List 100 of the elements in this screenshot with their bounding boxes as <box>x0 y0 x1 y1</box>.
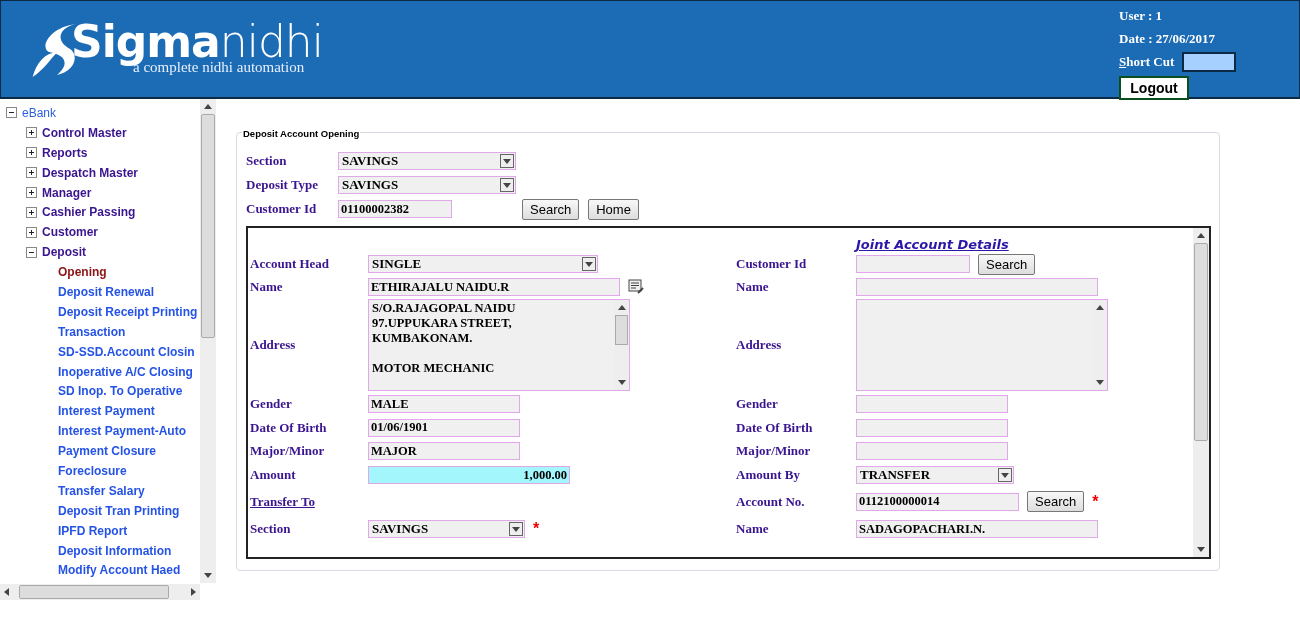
expand-icon[interactable] <box>26 167 37 179</box>
tree-item[interactable]: Cashier Passing <box>42 205 136 220</box>
horizontal-scrollbar[interactable] <box>0 584 200 600</box>
tree-item[interactable]: Deposit Receipt Printing <box>58 304 198 319</box>
tree-item[interactable]: Customer <box>42 225 98 240</box>
arrow-up-icon[interactable] <box>204 104 212 109</box>
arrow-up-icon[interactable] <box>617 305 626 310</box>
expand-icon[interactable] <box>26 187 37 198</box>
arrow-up-icon[interactable] <box>1197 233 1205 238</box>
input-field[interactable]: 01/06/1901 <box>368 418 520 437</box>
field-label: Customer Id <box>246 201 318 217</box>
tree-item[interactable]: Transaction <box>58 324 126 339</box>
arrow-left-icon[interactable] <box>4 588 9 596</box>
input-field[interactable]: MAJOR <box>368 442 520 460</box>
field-label: Section <box>250 521 291 537</box>
tree-item[interactable]: Reports <box>42 145 88 160</box>
arrow-down-icon[interactable] <box>503 182 511 188</box>
panel-legend: Deposit Account Opening <box>242 128 361 139</box>
field-label: Gender <box>250 396 292 412</box>
tree-item[interactable]: Transfer Salary <box>58 483 145 498</box>
field-label: Customer Id <box>736 256 807 272</box>
input-field[interactable]: SADAGOPACHARI.N. <box>856 520 1098 538</box>
vertical-scrollbar[interactable] <box>200 99 216 583</box>
input-field[interactable]: 01100002382 <box>338 200 452 218</box>
tree-item[interactable]: Opening <box>58 265 107 280</box>
tree-item[interactable]: Deposit Tran Printing <box>58 503 180 518</box>
address-field[interactable]: S/O.RAJAGOPAL NAIDU 97.UPPUKARA STREET, KUMBAKONAM. MOTOR MECHANIC <box>368 299 630 391</box>
arrow-right-icon[interactable] <box>191 588 196 596</box>
amount-field[interactable]: 1,000.00 <box>368 466 570 484</box>
arrow-down-icon[interactable] <box>503 158 511 164</box>
collapse-icon[interactable] <box>26 246 37 258</box>
input-field[interactable]: MALE <box>368 395 520 413</box>
arrow-up-icon[interactable] <box>1095 305 1104 310</box>
search-button[interactable]: Search <box>978 253 1036 275</box>
expand-icon[interactable] <box>26 147 37 159</box>
input-field[interactable] <box>856 442 1008 460</box>
field-label: Account No. <box>736 493 805 510</box>
expand-icon[interactable] <box>26 226 37 238</box>
tree-item[interactable]: SD-SSD.Account Closin <box>58 344 195 359</box>
arrow-down-icon[interactable] <box>1001 472 1009 478</box>
tree-item[interactable]: IPFD Report <box>58 523 128 538</box>
arrow-down-icon[interactable] <box>617 380 626 385</box>
expand-icon[interactable] <box>26 127 37 139</box>
field-label: Deposit Type <box>246 177 320 193</box>
input-field[interactable]: ETHIRAJALU NAIDU.R <box>368 278 620 296</box>
field-label: Name <box>250 279 283 295</box>
tree-item[interactable]: Control Master <box>42 125 127 140</box>
tree-item[interactable]: Despatch Master <box>42 165 139 180</box>
user-label: User : 1 <box>1119 9 1164 23</box>
expand-icon[interactable] <box>26 206 37 218</box>
select-field[interactable]: SINGLE <box>368 255 598 273</box>
required-marker: * <box>1092 492 1099 511</box>
field-label: Section <box>246 153 288 169</box>
field-label: Account Head <box>250 256 330 272</box>
tree-item[interactable]: eBank <box>22 105 57 120</box>
tree-item[interactable]: Inoperative A/C Closing <box>58 364 193 379</box>
select-field[interactable]: SAVINGS <box>338 176 516 194</box>
arrow-down-icon[interactable] <box>585 261 593 267</box>
select-field[interactable]: TRANSFER <box>856 466 1014 484</box>
tree-item[interactable]: Deposit Information <box>58 543 172 558</box>
tree-item[interactable]: Payment Closure <box>58 444 157 459</box>
field-label: Amount <box>250 467 296 483</box>
logout-button[interactable]: Logout <box>1119 76 1189 100</box>
collapse-icon[interactable] <box>6 107 17 119</box>
input-field[interactable] <box>856 255 970 273</box>
input-field[interactable] <box>856 418 1008 437</box>
arrow-down-icon[interactable] <box>512 526 520 532</box>
section-link[interactable]: Transfer To <box>250 493 315 510</box>
action-button[interactable]: Home <box>588 198 639 220</box>
tree-item[interactable]: Foreclosure <box>58 463 127 478</box>
input-field[interactable] <box>856 278 1098 296</box>
field-label: Address <box>736 337 782 353</box>
tree-item[interactable]: SD Inop. To Operative <box>58 384 183 399</box>
field-label: Date Of Birth <box>250 419 327 436</box>
date-label: Date : 27/06/2017 <box>1119 32 1217 46</box>
edit-note-icon[interactable] <box>628 279 644 295</box>
tree-item[interactable]: Modify Account Haed <box>58 563 181 578</box>
input-field[interactable] <box>856 395 1008 413</box>
tree-item[interactable]: Deposit <box>42 245 86 260</box>
arrow-down-icon[interactable] <box>204 573 212 578</box>
field-label: Address <box>250 337 296 353</box>
field-label: Gender <box>736 396 778 412</box>
shortcut-label: Short Cut <box>1119 55 1175 69</box>
select-field[interactable]: SAVINGS <box>338 152 516 170</box>
vertical-scrollbar[interactable] <box>1193 228 1209 557</box>
arrow-down-icon[interactable] <box>1197 547 1205 552</box>
tree-item[interactable]: Deposit Renewal <box>58 284 155 299</box>
address-field[interactable] <box>856 299 1108 391</box>
input-field[interactable]: 0112100000014 <box>856 492 1019 511</box>
arrow-down-icon[interactable] <box>1095 380 1104 385</box>
scrollbar-thumb[interactable] <box>615 315 628 345</box>
field-label: Name <box>736 279 769 295</box>
search-button[interactable]: Search <box>1027 491 1085 512</box>
tree-item[interactable]: Interest Payment-Auto <box>58 424 187 439</box>
select-field[interactable]: SAVINGS <box>368 520 525 538</box>
field-label: Date Of Birth <box>736 419 813 436</box>
action-button[interactable]: Search <box>522 198 580 220</box>
tree-item[interactable]: Manager <box>42 185 92 200</box>
shortcut-field[interactable] <box>1182 52 1237 72</box>
tree-item[interactable]: Interest Payment <box>58 404 155 419</box>
